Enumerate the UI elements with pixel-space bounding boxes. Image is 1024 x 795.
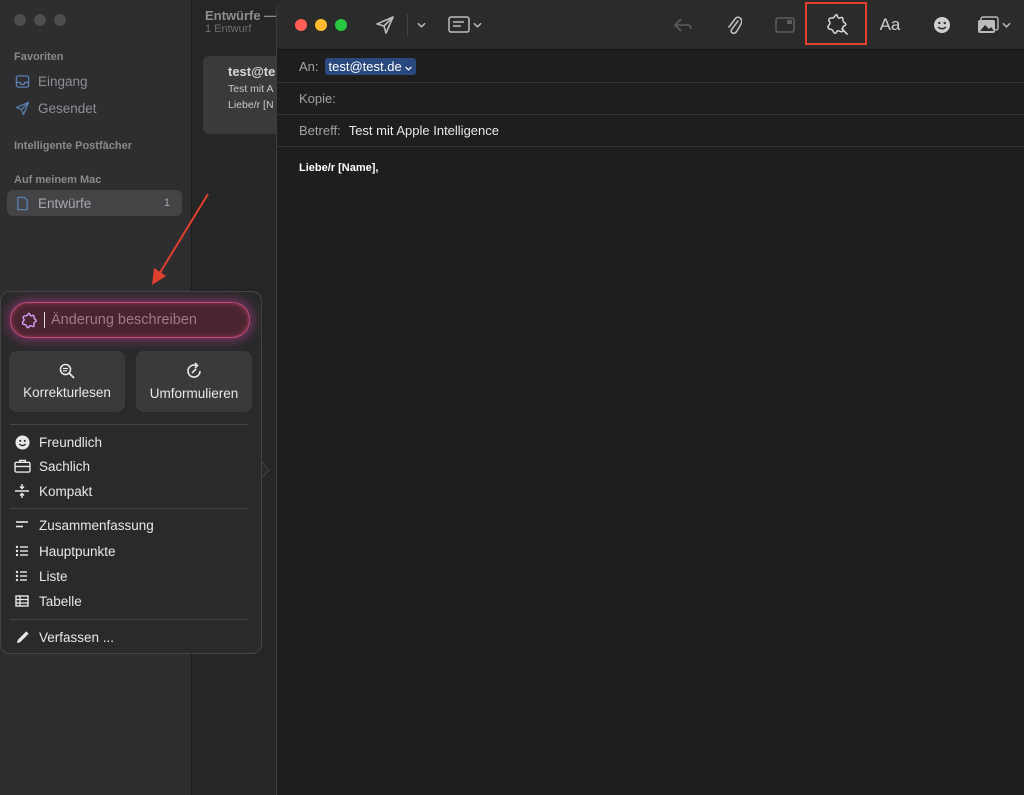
- recipient-address: test@test.de: [328, 59, 402, 74]
- sidebar-item-label: Eingang: [38, 73, 88, 89]
- sidebar-item-label: Entwürfe: [38, 195, 92, 211]
- menu-item-concise[interactable]: Kompakt: [13, 480, 92, 502]
- menu-item-label: Freundlich: [39, 434, 103, 450]
- reply-icon: [673, 18, 692, 32]
- describe-change-input[interactable]: [51, 312, 241, 328]
- close-button[interactable]: [14, 14, 26, 26]
- emoji-button[interactable]: [931, 14, 953, 36]
- to-field-row[interactable]: An: test@test.de: [277, 51, 1024, 83]
- close-button[interactable]: [295, 19, 307, 31]
- send-options-button[interactable]: [415, 17, 427, 33]
- compose-window: Aa An: test@test.de Kopie: Betreff: Test…: [276, 0, 1024, 795]
- annotation-arrow: [152, 193, 209, 285]
- compact-icon: [15, 484, 29, 498]
- text-caret: [44, 312, 45, 328]
- cc-field-row[interactable]: Kopie:: [277, 83, 1024, 115]
- writing-tools-highlight: [805, 2, 867, 45]
- menu-divider: [10, 424, 248, 425]
- attachment-button[interactable]: [723, 12, 745, 38]
- summary-icon: [16, 521, 28, 528]
- cc-label: Kopie:: [299, 91, 336, 106]
- menu-divider: [10, 619, 248, 620]
- markup-button[interactable]: [774, 14, 796, 36]
- compose-toolbar: Aa: [277, 0, 1024, 50]
- zoom-button[interactable]: [335, 19, 347, 31]
- zoom-button[interactable]: [54, 14, 66, 26]
- message-body[interactable]: Liebe/r [Name],: [299, 162, 378, 174]
- menu-item-compose[interactable]: Verfassen ...: [13, 626, 114, 648]
- rewrite-icon: [187, 362, 201, 378]
- proofread-label: Korrekturlesen: [23, 385, 111, 400]
- format-button[interactable]: Aa: [877, 14, 903, 36]
- menu-divider: [10, 508, 248, 509]
- chevron-down-icon: [416, 22, 426, 28]
- send-button[interactable]: [373, 13, 397, 37]
- compose-window-controls: [295, 19, 347, 31]
- toolbar-divider: [407, 14, 408, 36]
- photo-button[interactable]: [975, 14, 1013, 36]
- window-controls: [14, 14, 66, 26]
- subject-field-row[interactable]: Betreff: Test mit Apple Intelligence: [277, 115, 1024, 147]
- menu-item-label: Verfassen ...: [39, 629, 115, 645]
- writing-tools-icon: [21, 312, 37, 328]
- chevron-down-icon: [1002, 22, 1011, 28]
- sidebar-item-label: Gesendet: [38, 100, 97, 116]
- menu-item-label: Kompakt: [39, 483, 93, 499]
- subject-label: Betreff:: [299, 123, 341, 138]
- draft-icon: [17, 196, 28, 210]
- header-fields-icon: [448, 16, 470, 33]
- emoji-icon: [934, 17, 950, 33]
- menu-item-label: Hauptpunkte: [39, 543, 116, 559]
- rewrite-button[interactable]: Umformulieren: [136, 351, 252, 412]
- rewrite-label: Umformulieren: [149, 386, 239, 401]
- menu-item-label: Zusammenfassung: [39, 517, 154, 533]
- table-icon: [15, 595, 29, 607]
- menu-item-label: Liste: [39, 568, 68, 584]
- smart-mailboxes-heading[interactable]: Intelligente Postfächer: [14, 140, 132, 152]
- sidebar-item-inbox[interactable]: Eingang: [7, 68, 182, 94]
- menu-item-list[interactable]: Liste: [13, 565, 68, 587]
- attachment-icon: [728, 16, 742, 35]
- minimize-button[interactable]: [315, 19, 327, 31]
- menu-item-professional[interactable]: Sachlich: [13, 455, 90, 477]
- keypoints-icon: [15, 545, 28, 557]
- menu-item-summary[interactable]: Zusammenfassung: [13, 514, 154, 536]
- describe-change-field[interactable]: [10, 302, 250, 338]
- on-my-mac-heading[interactable]: Auf meinem Mac: [14, 174, 101, 186]
- header-fields-button[interactable]: [447, 14, 483, 36]
- mailbox-subtitle: 1 Entwurf: [205, 23, 252, 35]
- markup-icon: [775, 17, 795, 33]
- favorites-heading: Favoriten: [14, 51, 64, 63]
- chevron-down-icon: [473, 22, 482, 28]
- reply-button[interactable]: [671, 14, 695, 36]
- list-icon: [15, 570, 27, 582]
- inbox-icon: [15, 74, 30, 88]
- proofread-icon: [59, 363, 75, 379]
- writing-tools-popover: Korrekturlesen Umformulieren Freundlich …: [0, 291, 262, 654]
- menu-item-label: Sachlich: [39, 458, 91, 474]
- menu-item-label: Tabelle: [39, 593, 82, 609]
- proofread-button[interactable]: Korrekturlesen: [9, 351, 125, 412]
- briefcase-icon: [13, 459, 31, 473]
- menu-item-keypoints[interactable]: Hauptpunkte: [13, 540, 116, 562]
- to-label: An:: [299, 59, 319, 74]
- subject-value[interactable]: Test mit Apple Intelligence: [349, 123, 499, 138]
- menu-item-table[interactable]: Tabelle: [13, 590, 82, 612]
- photo-icon: [978, 16, 999, 33]
- pencil-icon: [16, 630, 29, 643]
- sent-icon: [15, 101, 30, 115]
- mailbox-title: Entwürfe —: [205, 8, 278, 23]
- recipient-token[interactable]: test@test.de: [324, 58, 417, 75]
- send-icon: [376, 16, 394, 34]
- chevron-down-icon: [405, 66, 413, 71]
- menu-item-friendly[interactable]: Freundlich: [13, 431, 102, 453]
- minimize-button[interactable]: [34, 14, 46, 26]
- smiley-icon: [14, 434, 30, 450]
- sidebar-item-sent[interactable]: Gesendet: [7, 95, 182, 121]
